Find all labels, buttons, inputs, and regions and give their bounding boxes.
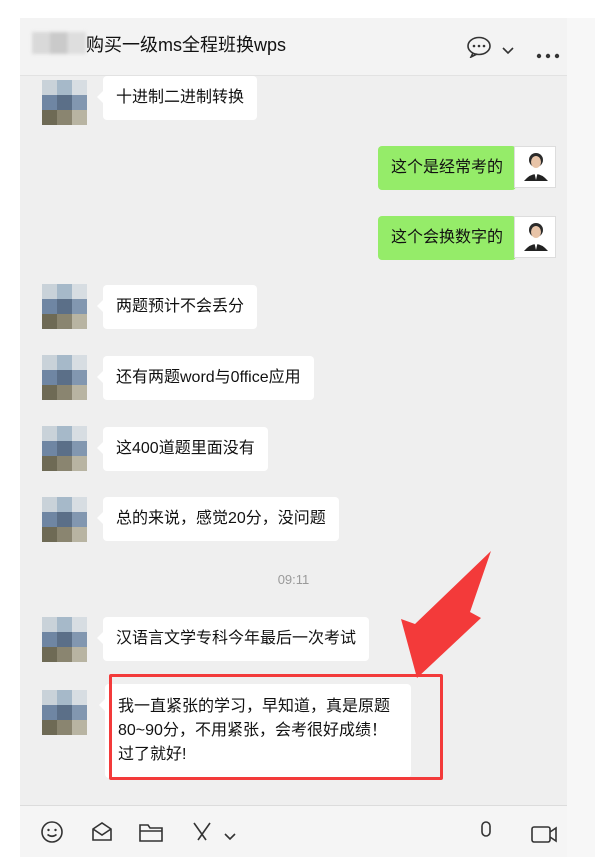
- avatar-blurred[interactable]: [42, 80, 87, 125]
- message-bubble[interactable]: 总的来说，感觉20分，没问题: [97, 497, 339, 541]
- message-bubble[interactable]: 汉语言文学专科今年最后一次考试: [96, 617, 370, 661]
- avatar-blurred[interactable]: [42, 426, 87, 471]
- chevron-down-icon[interactable]: [224, 828, 236, 846]
- more-icon[interactable]: [536, 46, 560, 64]
- message-bubble-self[interactable]: 这个会换数字的: [377, 216, 523, 260]
- chat-bubble-icon[interactable]: [466, 36, 492, 63]
- chat-header: 购买一级ms全程班换wps: [20, 18, 567, 76]
- message-bubble[interactable]: 十进制二进制转换: [96, 76, 258, 120]
- mic-icon[interactable]: [478, 820, 494, 849]
- scissors-icon[interactable]: [190, 820, 214, 849]
- self-avatar[interactable]: [514, 216, 556, 258]
- chat-window: 购买一级ms全程班换wps 十进制二进制转换 这个是经常考的 这个会换数字的 两…: [20, 18, 595, 857]
- message-bubble-self[interactable]: 这个是经常考的: [377, 146, 523, 190]
- input-toolbar: [20, 805, 567, 857]
- emoji-icon[interactable]: [40, 820, 64, 849]
- favorites-icon[interactable]: [90, 820, 114, 849]
- avatar-blurred[interactable]: [42, 355, 87, 400]
- scrollbar[interactable]: [567, 18, 595, 857]
- highlight-box: [109, 674, 443, 780]
- chevron-down-icon[interactable]: [502, 42, 514, 60]
- avatar-blurred[interactable]: [42, 690, 87, 735]
- video-icon[interactable]: [530, 824, 558, 849]
- message-bubble[interactable]: 两题预计不会丢分: [96, 285, 258, 329]
- avatar-blurred[interactable]: [42, 617, 87, 662]
- timestamp: 09:11: [277, 572, 310, 587]
- avatar-blurred[interactable]: [42, 497, 87, 542]
- self-avatar[interactable]: [514, 146, 556, 188]
- chat-title: 购买一级ms全程班换wps: [86, 35, 287, 55]
- message-bubble[interactable]: 还有两题word与0ffice应用: [97, 356, 314, 400]
- blurred-title-prefix: [32, 32, 86, 54]
- message-bubble[interactable]: 这400道题里面没有: [97, 427, 268, 471]
- folder-icon[interactable]: [138, 820, 164, 849]
- avatar-blurred[interactable]: [42, 284, 87, 329]
